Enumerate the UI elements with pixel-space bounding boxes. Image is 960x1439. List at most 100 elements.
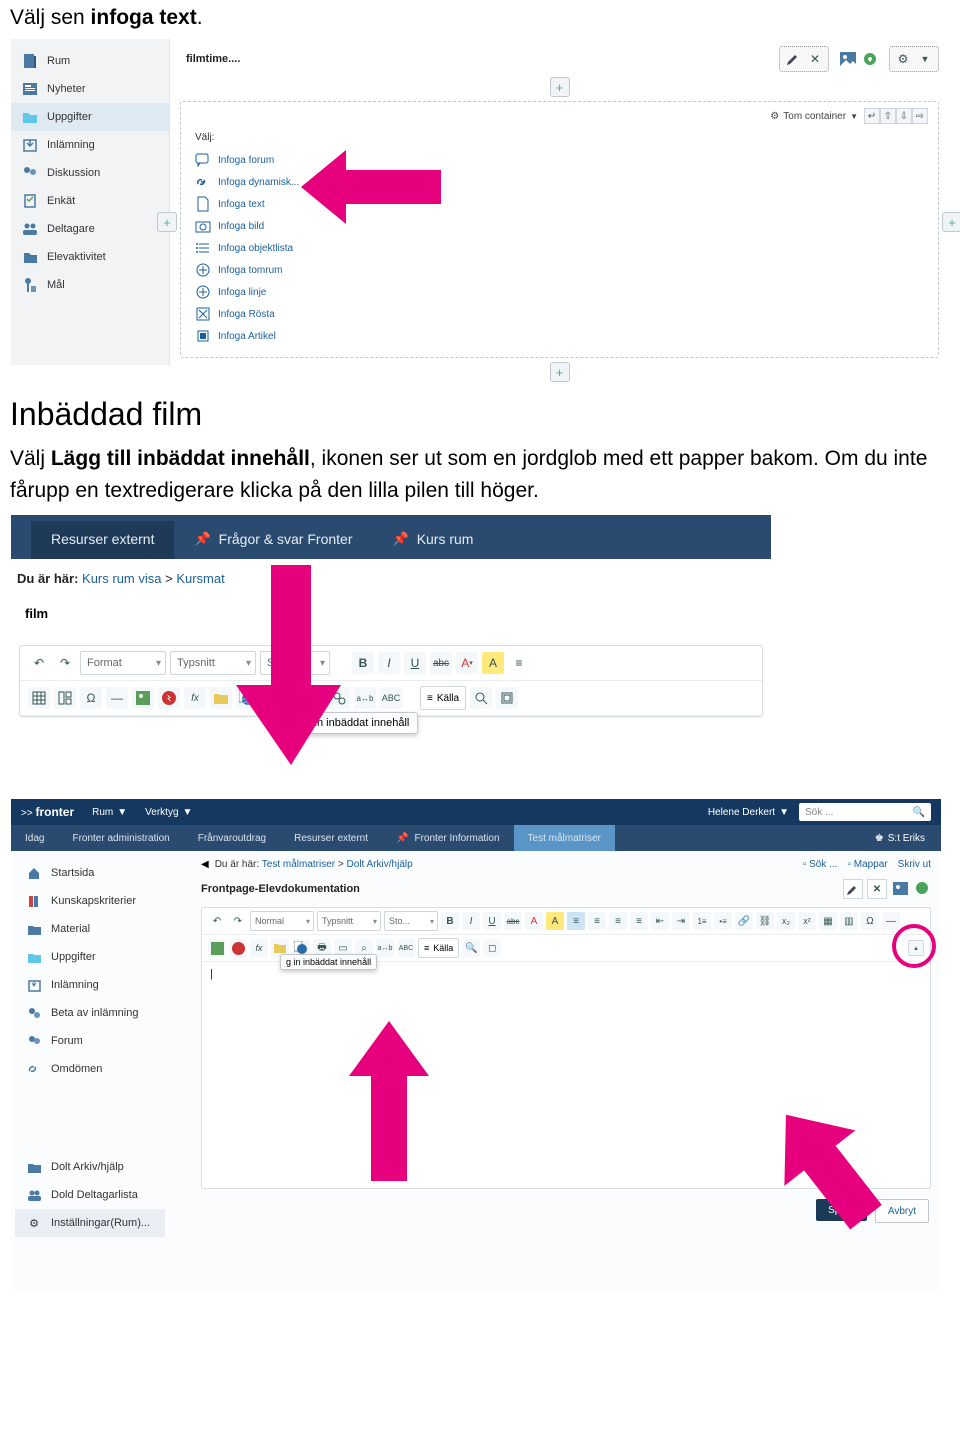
nav-enkat[interactable]: Enkät	[11, 187, 169, 215]
nav-rum[interactable]: Rum	[11, 47, 169, 75]
tab-resurser[interactable]: Resurser externt	[31, 521, 174, 559]
sok-link[interactable]: ▫ Sök ...	[803, 859, 838, 870]
indent-icon[interactable]: ⇥	[672, 912, 690, 930]
nav3-installningar[interactable]: ⚙Inställningar(Rum)...	[15, 1209, 165, 1237]
arrow-right-icon[interactable]: ⇨	[912, 108, 928, 124]
rum-dropdown[interactable]: Rum ▼	[92, 807, 127, 818]
nav3-start[interactable]: Startsida	[15, 859, 165, 887]
spellcheck-icon[interactable]: ABC	[397, 939, 415, 957]
nav3-uppgifter[interactable]: Uppgifter	[15, 943, 165, 971]
size-select[interactable]: Sto...	[384, 911, 438, 931]
image-icon[interactable]	[891, 879, 909, 897]
template-icon[interactable]	[54, 687, 76, 709]
nav3-dold-delt[interactable]: Dold Deltagarlista	[15, 1181, 165, 1209]
undo-icon[interactable]: ↶	[208, 912, 226, 930]
align-just-icon[interactable]: ≡	[630, 912, 648, 930]
gear-icon[interactable]: ⚙	[894, 50, 912, 68]
strike-button[interactable]: abc	[504, 912, 522, 930]
fx-icon[interactable]: fx	[184, 687, 206, 709]
align-right-icon[interactable]: ≡	[609, 912, 627, 930]
italic-button[interactable]: I	[462, 912, 480, 930]
outdent-icon[interactable]: ⇤	[651, 912, 669, 930]
textcolor-button[interactable]: A▾	[456, 652, 478, 674]
nav3-material[interactable]: Material	[15, 915, 165, 943]
crumb3-link2[interactable]: Dolt Arkiv/hjälp	[347, 859, 413, 870]
nav-elevaktivitet[interactable]: Elevaktivitet	[11, 243, 169, 271]
link-icon[interactable]: 🔗	[735, 912, 753, 930]
crumb-link-1[interactable]: Kurs rum visa	[82, 571, 161, 586]
add-top-button[interactable]: +	[550, 77, 570, 97]
flash-icon[interactable]	[229, 939, 247, 957]
sub-icon[interactable]: x₂	[777, 912, 795, 930]
opt-article[interactable]: Infoga Artikel	[195, 325, 928, 347]
nav3-forum[interactable]: Forum	[15, 1027, 165, 1055]
format-select[interactable]: Normal	[250, 911, 314, 931]
globe-heart-icon[interactable]	[861, 50, 879, 68]
spellcheck-icon[interactable]: ABC	[380, 687, 402, 709]
source-button[interactable]: ≡Källa	[420, 686, 466, 710]
nav-deltagare[interactable]: Deltagare	[11, 215, 169, 243]
opt-vote[interactable]: Infoga Rösta	[195, 303, 928, 325]
opt-line[interactable]: Infoga linje	[195, 281, 928, 303]
nav-uppgifter[interactable]: Uppgifter	[11, 103, 169, 131]
nav3-omdomen[interactable]: Omdömen	[15, 1055, 165, 1083]
nav3-inlamning[interactable]: Inlämning	[15, 971, 165, 999]
folder-globe-icon[interactable]	[210, 687, 232, 709]
image-icon[interactable]	[208, 939, 226, 957]
flash-icon[interactable]	[158, 687, 180, 709]
align-button[interactable]: ≡	[508, 652, 530, 674]
search-input[interactable]: Sök ...🔍	[799, 803, 931, 821]
subtab-resurser[interactable]: Resurser externt	[280, 825, 382, 851]
close-icon[interactable]: ✕	[806, 50, 824, 68]
align-left-icon[interactable]: ≡	[567, 912, 585, 930]
zoom-icon[interactable]	[470, 687, 492, 709]
close-icon[interactable]: ✕	[867, 879, 887, 899]
arrow-return-icon[interactable]: ↵	[864, 108, 880, 124]
replace-icon[interactable]: a↔b	[376, 939, 394, 957]
ol-icon[interactable]: 1≡	[693, 912, 711, 930]
ul-icon[interactable]: •≡	[714, 912, 732, 930]
arrow-down-icon[interactable]: ⇩	[896, 108, 912, 124]
arrow-up-icon[interactable]: ⇧	[880, 108, 896, 124]
nav3-beta[interactable]: Beta av inlämning	[15, 999, 165, 1027]
redo-icon[interactable]: ↷	[229, 912, 247, 930]
table-icon[interactable]: ▦	[819, 912, 837, 930]
font-select[interactable]: Typsnitt	[317, 911, 381, 931]
edit-icon[interactable]	[843, 879, 863, 899]
subtab-test[interactable]: Test målmatriser	[514, 825, 615, 851]
strike-button[interactable]: abc	[430, 652, 452, 674]
omega-icon[interactable]: Ω	[80, 687, 102, 709]
fullscreen-icon[interactable]: ◻	[483, 939, 501, 957]
align-center-icon[interactable]: ≡	[588, 912, 606, 930]
nav-nyheter[interactable]: Nyheter	[11, 75, 169, 103]
subtab-info[interactable]: 📌Fronter Information	[382, 825, 514, 851]
unlink-icon[interactable]: ⛓	[756, 912, 774, 930]
image-icon[interactable]	[132, 687, 154, 709]
tab-kurs[interactable]: 📌Kurs rum	[373, 521, 494, 559]
bgcolor-button[interactable]: A	[546, 912, 564, 930]
nav-mal[interactable]: Mål	[11, 271, 169, 299]
globe-heart-icon[interactable]	[913, 879, 931, 897]
add-right-button[interactable]: +	[942, 212, 960, 232]
crumb-link-2[interactable]: Kursmat	[176, 571, 224, 586]
hr-icon[interactable]: —	[882, 912, 900, 930]
bold-button[interactable]: B	[352, 652, 374, 674]
nav3-dolt[interactable]: Dolt Arkiv/hjälp	[15, 1153, 165, 1181]
italic-button[interactable]: I	[378, 652, 400, 674]
fullscreen-icon[interactable]	[496, 687, 518, 709]
underline-button[interactable]: U	[404, 652, 426, 674]
opt-objectlist[interactable]: Infoga objektlista	[195, 237, 928, 259]
bold-button[interactable]: B	[441, 912, 459, 930]
crumb3-link1[interactable]: Test målmatriser	[262, 859, 335, 870]
subtab-idag[interactable]: Idag	[11, 825, 58, 851]
replace-icon[interactable]: a↔b	[354, 687, 376, 709]
underline-button[interactable]: U	[483, 912, 501, 930]
add-left-button[interactable]: +	[157, 212, 177, 232]
nav3-kunskap[interactable]: Kunskapskriterier	[15, 887, 165, 915]
mappar-link[interactable]: ▫ Mappar	[847, 859, 887, 870]
opt-empty[interactable]: Infoga tomrum	[195, 259, 928, 281]
nav-diskussion[interactable]: Diskussion	[11, 159, 169, 187]
edit-icon[interactable]	[784, 50, 802, 68]
chevron-down-icon[interactable]: ▼	[916, 50, 934, 68]
undo-icon[interactable]: ↶	[28, 652, 50, 674]
